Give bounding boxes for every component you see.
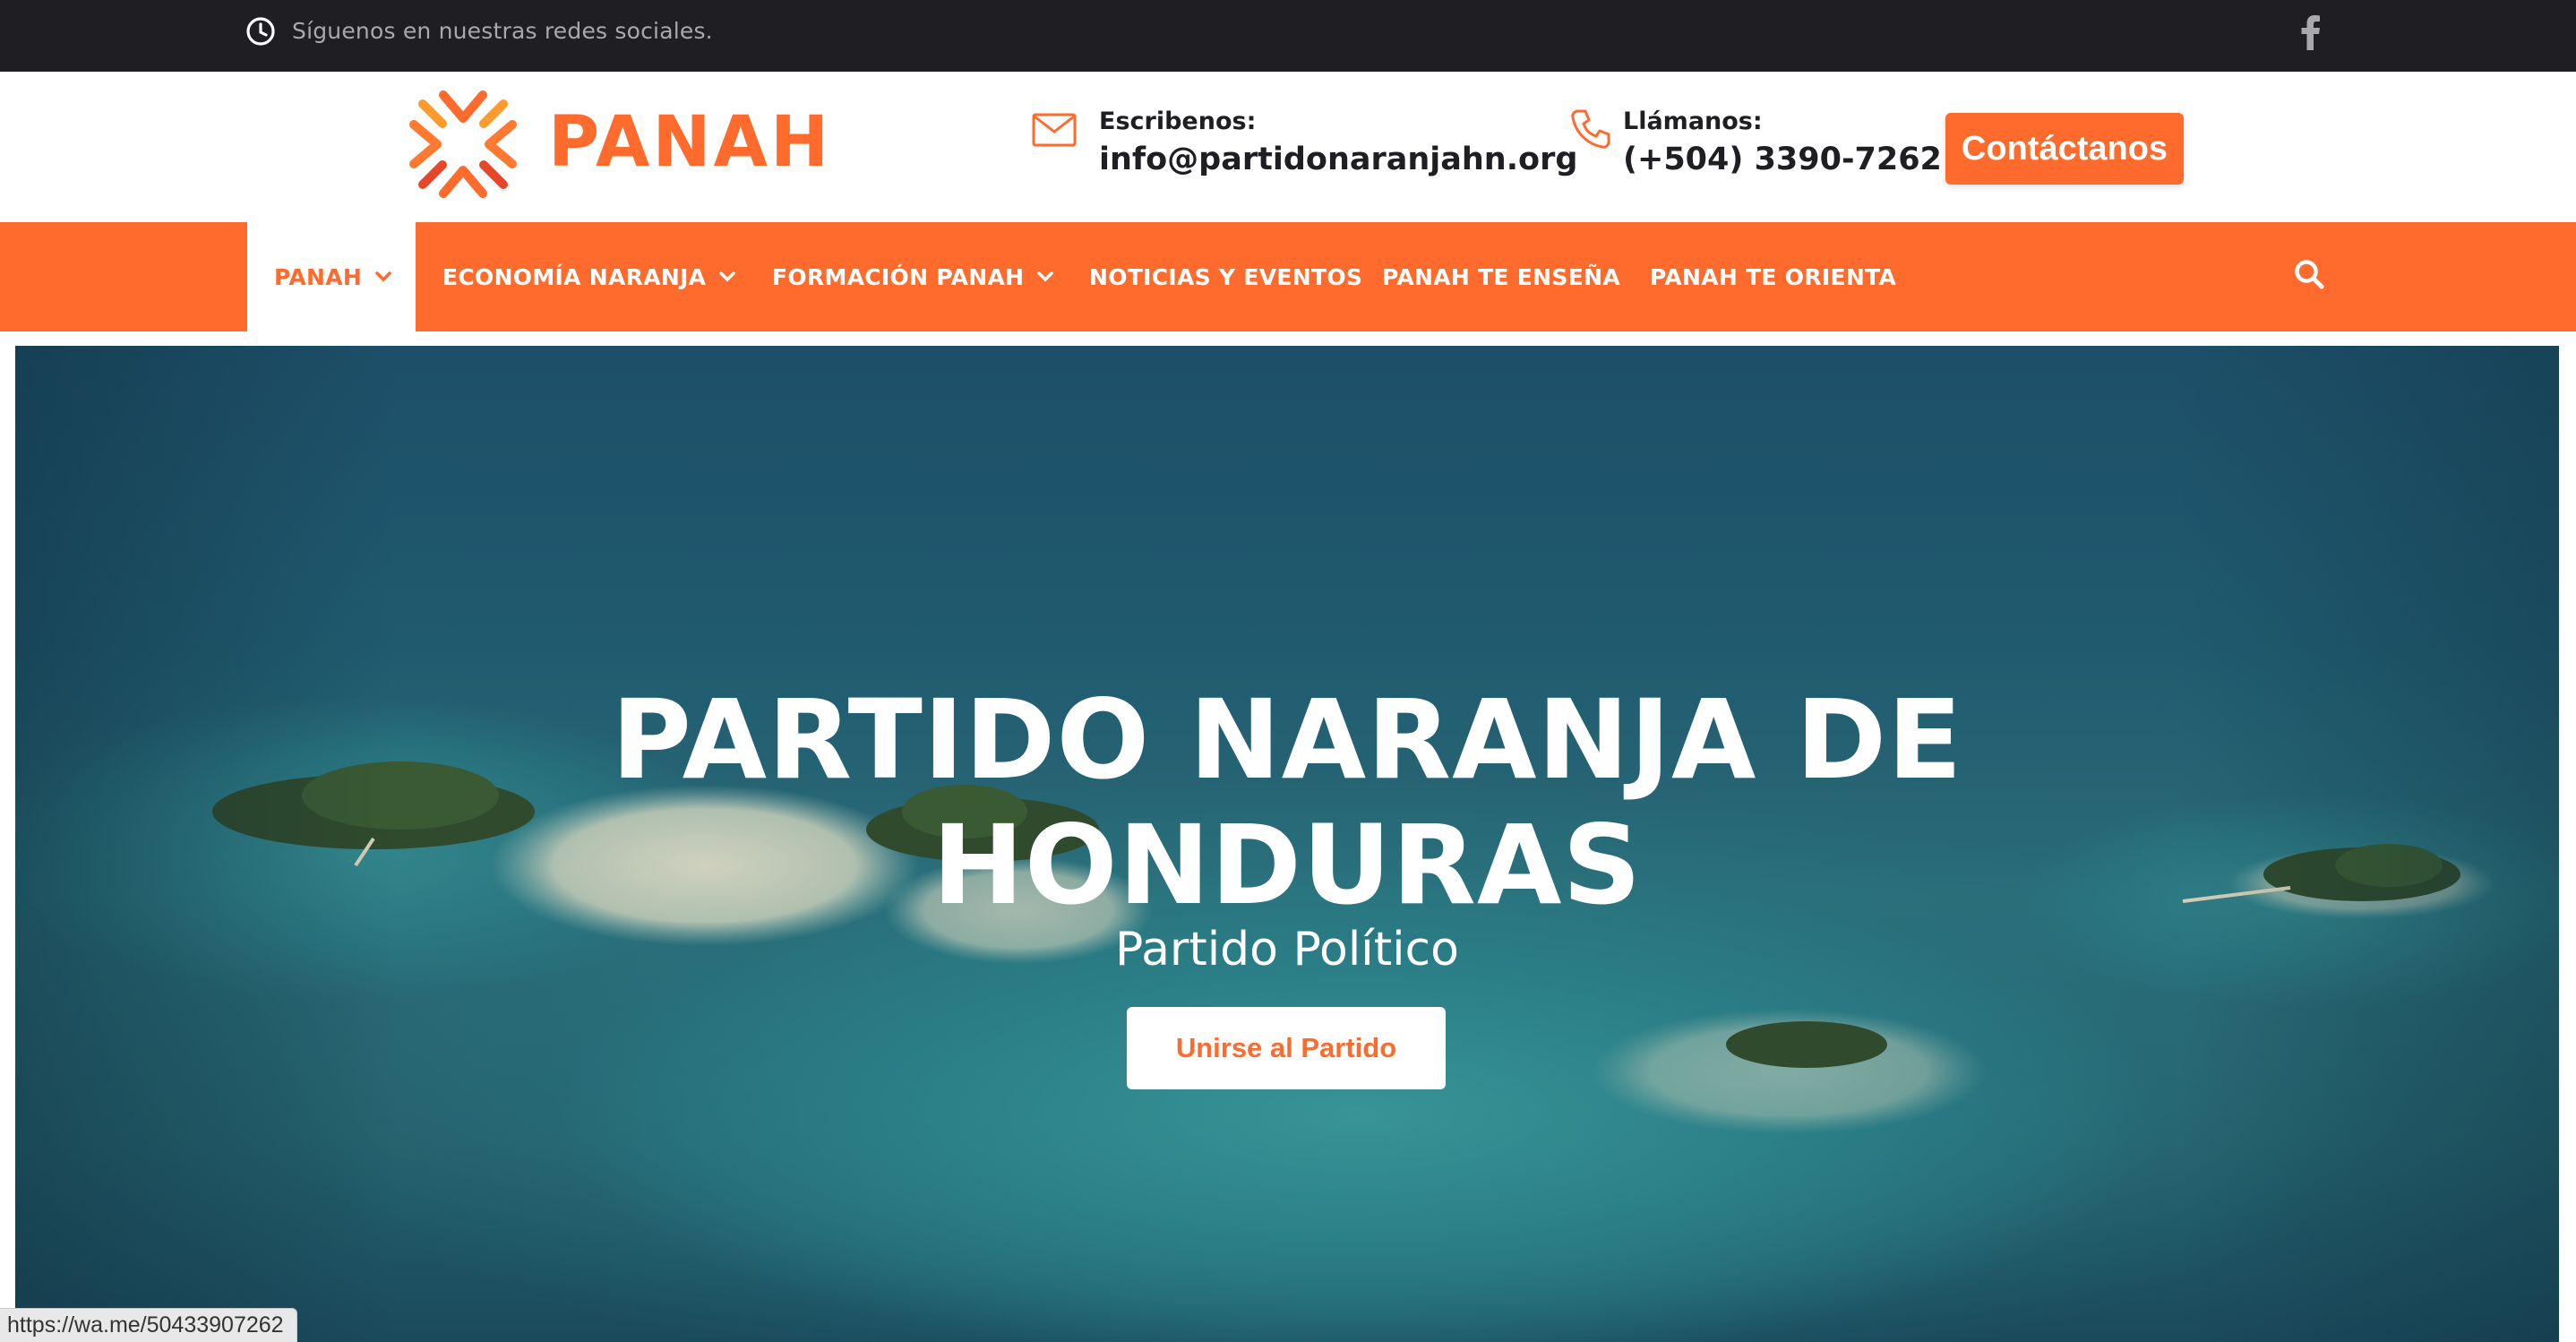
hero-section: PARTIDO NARANJA DE HONDURAS Partido Polí… bbox=[15, 346, 2559, 1342]
top-bar: Síguenos en nuestras redes sociales. bbox=[0, 0, 2576, 72]
hero-title-line-2: HONDURAS bbox=[932, 802, 1643, 929]
nav-item-noticias-y-eventos[interactable]: NOTICIAS Y EVENTOS bbox=[1089, 222, 1362, 331]
status-bar-url: https://wa.me/50433907262 bbox=[0, 1308, 297, 1342]
nav-item-panah[interactable]: PANAH bbox=[247, 222, 416, 331]
nav-item-economia-naranja[interactable]: ECONOMÍA NARANJA bbox=[442, 222, 736, 331]
nav-item-panah-te-orienta[interactable]: PANAH TE ORIENTA bbox=[1650, 222, 1896, 331]
nav-item-label: FORMACIÓN PANAH bbox=[772, 263, 1025, 290]
mail-icon bbox=[1032, 113, 1077, 147]
phone-value[interactable]: (+504) 3390-7262 bbox=[1623, 142, 1942, 177]
nav-item-label: NOTICIAS Y EVENTOS bbox=[1089, 263, 1363, 290]
phone-icon bbox=[1571, 109, 1610, 149]
phone-label: Llámanos: bbox=[1623, 108, 1763, 135]
panah-logo-icon[interactable] bbox=[403, 84, 523, 204]
hero-subtitle: Partido Político bbox=[1115, 923, 1459, 976]
chevron-down-icon bbox=[719, 271, 736, 282]
search-icon[interactable] bbox=[2293, 258, 2325, 290]
facebook-icon[interactable] bbox=[2298, 14, 2322, 50]
main-nav: PANAH ECONOMÍA NARANJA FORMACIÓN PANAH N… bbox=[0, 222, 2576, 331]
chevron-down-icon bbox=[1037, 271, 1054, 282]
chevron-down-icon bbox=[375, 271, 391, 282]
nav-item-label: PANAH TE ENSEÑA bbox=[1382, 263, 1620, 290]
nav-item-formacion-panah[interactable]: FORMACIÓN PANAH bbox=[772, 222, 1054, 331]
brand-logo-text[interactable]: PANAH bbox=[548, 102, 831, 183]
clock-icon bbox=[246, 17, 275, 46]
email-value[interactable]: info@partidonaranjahn.org bbox=[1099, 142, 1577, 177]
join-party-button[interactable]: Unirse al Partido bbox=[1127, 1007, 1446, 1089]
hero-title-line-1: PARTIDO NARANJA DE bbox=[611, 676, 1963, 804]
site-header: PANAH Escribenos: info@partidonaranjahn.… bbox=[0, 72, 2576, 222]
hero-title: PARTIDO NARANJA DE HONDURAS bbox=[15, 677, 2559, 928]
nav-item-label: PANAH bbox=[274, 263, 363, 290]
nav-item-label: PANAH TE ORIENTA bbox=[1650, 263, 1897, 290]
nav-item-label: ECONOMÍA NARANJA bbox=[442, 263, 707, 290]
contact-button[interactable]: Contáctanos bbox=[1945, 113, 2184, 185]
email-label: Escribenos: bbox=[1099, 108, 1257, 135]
social-follow-text: Síguenos en nuestras redes sociales. bbox=[292, 18, 713, 44]
nav-item-panah-te-ensena[interactable]: PANAH TE ENSEÑA bbox=[1382, 222, 1620, 331]
